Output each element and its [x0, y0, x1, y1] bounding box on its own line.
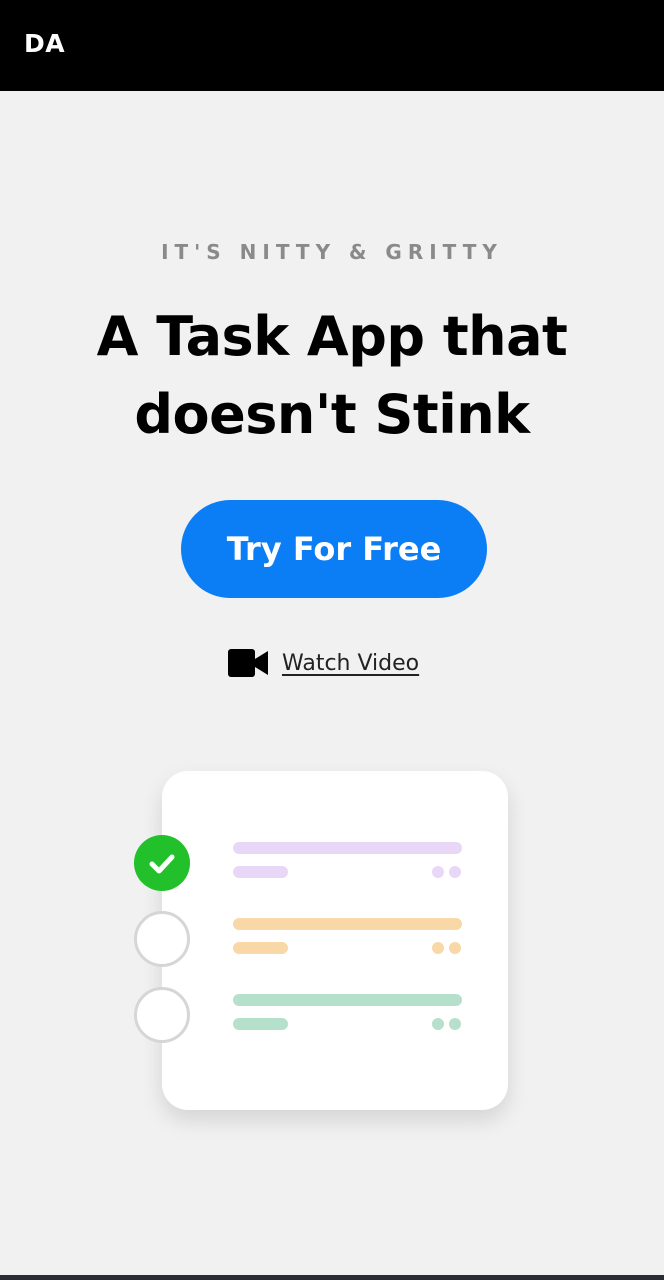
- task-title-bar: [233, 994, 462, 1006]
- task-dot: [432, 942, 444, 954]
- watch-video-label: Watch Video: [282, 650, 420, 676]
- task-subtitle-bar: [233, 866, 288, 878]
- check-icon: [149, 854, 175, 874]
- task-dot: [432, 866, 444, 878]
- task-dot: [449, 866, 461, 878]
- logo[interactable]: DA: [24, 29, 65, 58]
- video-camera-icon: [228, 649, 268, 677]
- headline-line-1: A Task App that: [96, 305, 568, 368]
- top-navbar: DA: [0, 0, 664, 91]
- task-list-illustration: [162, 771, 508, 1110]
- headline-line-2: doesn't Stink: [134, 383, 530, 446]
- task-title-bar: [233, 842, 462, 854]
- task-dot: [449, 942, 461, 954]
- try-for-free-button[interactable]: Try For Free: [181, 500, 487, 598]
- task-subtitle-bar: [233, 1018, 288, 1030]
- task-checkbox-empty: [134, 987, 190, 1043]
- hero-headline: A Task App that doesn't Stink: [0, 298, 664, 454]
- task-title-bar: [233, 918, 462, 930]
- watch-video-link[interactable]: Watch Video: [228, 645, 419, 681]
- task-dot: [432, 1018, 444, 1030]
- task-checkbox-done: [134, 835, 190, 891]
- task-subtitle-bar: [233, 942, 288, 954]
- eyebrow-text: IT'S NITTY & GRITTY: [161, 240, 503, 264]
- bottom-edge: [0, 1275, 664, 1280]
- task-checkbox-empty: [134, 911, 190, 967]
- task-dot: [449, 1018, 461, 1030]
